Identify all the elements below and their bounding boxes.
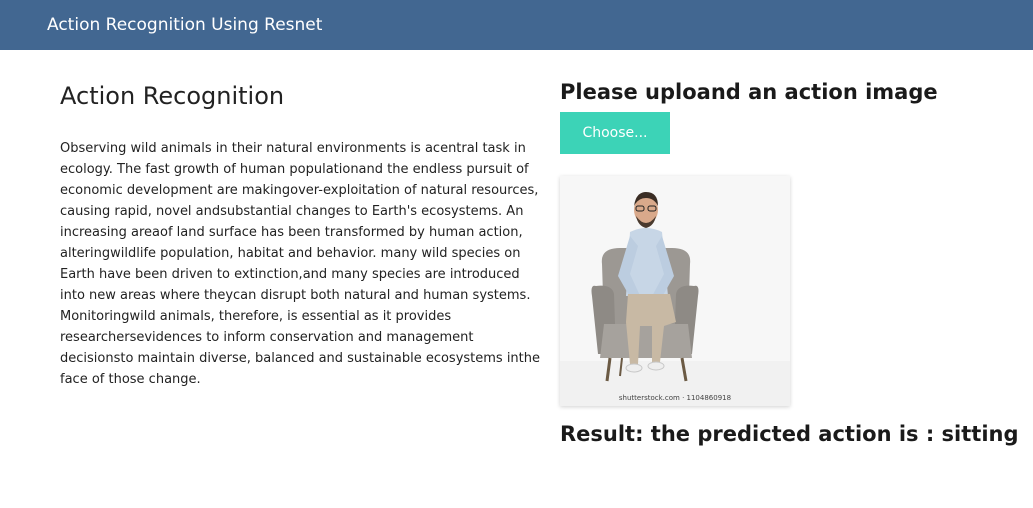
- image-watermark: shutterstock.com · 1104860918: [618, 394, 732, 402]
- intro-paragraph: Observing wild animals in their natural …: [60, 141, 541, 387]
- choose-file-button[interactable]: Choose...: [560, 112, 670, 154]
- intro-section: Action Recognition Observing wild animal…: [60, 80, 540, 390]
- page-title: Action Recognition: [60, 82, 285, 110]
- navbar: Action Recognition Using Resnet: [0, 0, 1033, 50]
- uploaded-photo: [560, 176, 790, 406]
- upload-heading: Please uploand an action image: [560, 80, 938, 104]
- uploaded-image-preview: shutterstock.com · 1104860918: [560, 176, 790, 406]
- navbar-brand[interactable]: Action Recognition Using Resnet: [47, 15, 322, 35]
- upload-section: Please uploand an action image Choose...: [560, 78, 1020, 446]
- prediction-result: Result: the predicted action is : sittin…: [560, 422, 1019, 446]
